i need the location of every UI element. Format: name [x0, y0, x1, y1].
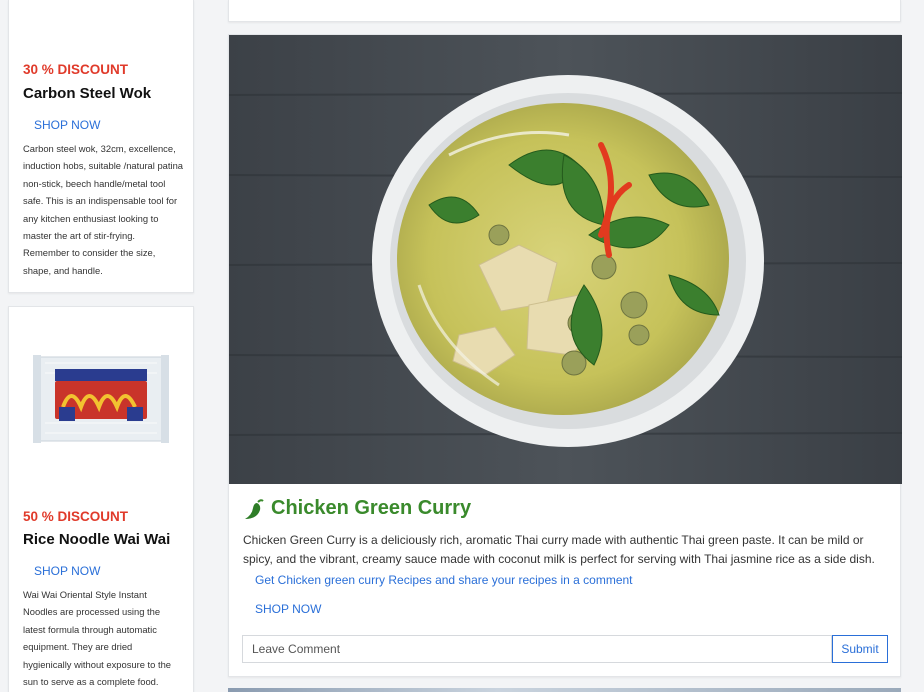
green-curry-photo: [229, 35, 902, 484]
submit-button[interactable]: Submit: [832, 635, 888, 663]
shop-now-link[interactable]: SHOP NOW: [34, 564, 100, 578]
post-description: Chicken Green Curry is a deliciously ric…: [243, 533, 875, 566]
recipe-link[interactable]: Get Chicken green curry Recipes and shar…: [255, 573, 633, 587]
product-description: Carbon steel wok, 32cm, excellence, indu…: [23, 143, 184, 276]
shop-now-link[interactable]: SHOP NOW: [255, 602, 321, 616]
discount-label: 30 % DISCOUNT: [23, 62, 129, 77]
chili-pepper-icon: [245, 498, 264, 519]
post-card: Chicken Green Curry Chicken Green Curry …: [228, 34, 902, 677]
product-description: Wai Wai Oriental Style Instant Noodles a…: [23, 589, 172, 688]
discount-label: 50 % DISCOUNT: [23, 509, 129, 524]
next-post-card: [228, 688, 901, 692]
post-title: Chicken Green Curry: [243, 497, 471, 520]
product-card-wok: 30 % DISCOUNT Carbon Steel Wok SHOP NOW …: [8, 0, 194, 293]
post-title-text: Chicken Green Curry: [271, 497, 472, 519]
shop-now-link[interactable]: SHOP NOW: [34, 118, 100, 132]
noodle-package-image: [33, 355, 169, 443]
previous-post-card: [228, 0, 901, 22]
product-title: Carbon Steel Wok: [23, 85, 152, 102]
product-card-noodle: 50 % DISCOUNT Rice Noodle Wai Wai SHOP N…: [8, 306, 194, 692]
comment-input[interactable]: [242, 635, 832, 663]
product-title: Rice Noodle Wai Wai: [23, 531, 171, 548]
